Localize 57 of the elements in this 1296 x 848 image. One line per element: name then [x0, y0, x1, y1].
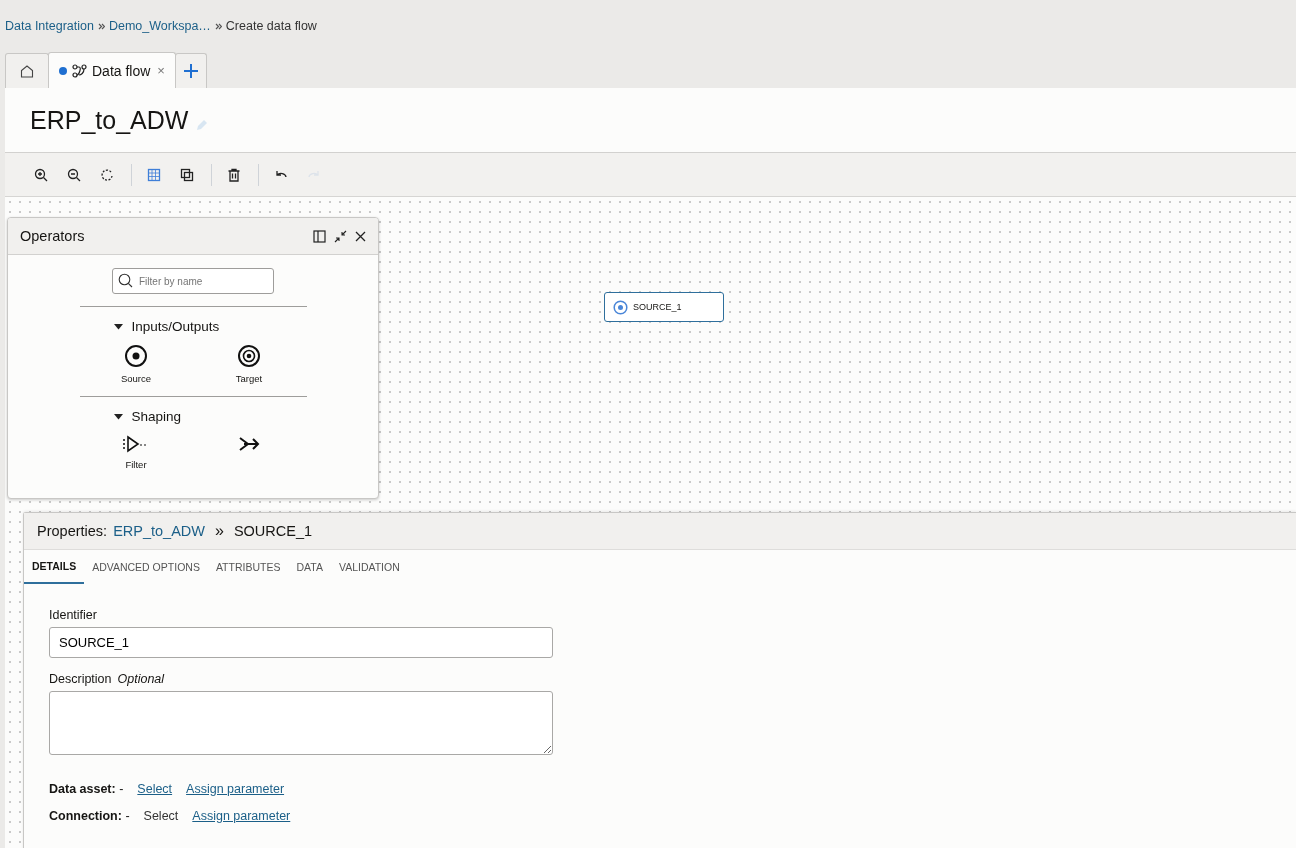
field-label: Connection: -: [49, 808, 130, 823]
dataflow-title: ERP_to_ADW: [30, 105, 189, 135]
operator-item[interactable]: Target: [192, 344, 306, 384]
grid-icon[interactable]: [147, 167, 161, 182]
properties-tab[interactable]: ATTRIBUTES: [207, 550, 289, 584]
collapse-icon[interactable]: [334, 229, 347, 243]
zoom-out-icon[interactable]: [67, 167, 81, 182]
dataflow-link[interactable]: ERP_to_ADW: [113, 523, 205, 539]
breadcrumb-separator-icon: [214, 22, 222, 30]
field-label: Data asset: -: [49, 781, 124, 796]
plus-icon: [182, 63, 199, 79]
properties-tab[interactable]: VALIDATION: [330, 550, 408, 584]
delete-icon[interactable]: [227, 167, 241, 182]
breadcrumb-current: Create data flow: [225, 19, 317, 33]
dataflow-icon: [72, 63, 87, 78]
caret-icon: [113, 413, 123, 420]
properties-prefix: Properties:: [37, 523, 108, 539]
description-field[interactable]: [49, 691, 553, 755]
source-icon: [124, 344, 148, 368]
properties-tab[interactable]: DATA: [288, 550, 331, 584]
field-label: Identifier: [49, 608, 97, 622]
breadcrumb-link[interactable]: Data Integration: [5, 19, 94, 33]
page-tab[interactable]: Data flow ×: [48, 52, 176, 88]
search-field[interactable]: Filter by name: [112, 268, 274, 294]
identifier-field[interactable]: SOURCE_1: [49, 627, 553, 658]
page-tab[interactable]: [5, 53, 49, 88]
action-link[interactable]: Assign parameter: [186, 781, 285, 796]
close-icon[interactable]: ×: [157, 63, 165, 78]
dock-icon[interactable]: [313, 229, 326, 243]
target-icon: [237, 344, 261, 368]
search-icon: [118, 273, 133, 288]
zoom-in-icon[interactable]: [34, 167, 48, 182]
group-header[interactable]: Shaping: [79, 397, 307, 424]
breadcrumb-separator: »: [215, 522, 224, 540]
action-text: Select: [143, 808, 179, 823]
canvas-node[interactable]: SOURCE_1: [604, 292, 724, 322]
operator-item[interactable]: Source: [79, 344, 193, 384]
action-link[interactable]: Select: [137, 781, 173, 796]
merge-arrow-icon: [238, 434, 260, 454]
group-header[interactable]: Inputs/Outputs: [79, 307, 307, 334]
close-icon[interactable]: [355, 230, 366, 242]
home-icon: [20, 64, 34, 78]
node-name: SOURCE_1: [233, 523, 313, 539]
source-icon: [613, 299, 628, 315]
field-label: Description: [49, 672, 112, 686]
properties-tab[interactable]: DETAILS: [24, 550, 85, 584]
optional-hint: Optional: [117, 672, 165, 686]
breadcrumb-separator-icon: [97, 22, 105, 30]
add-tab-button[interactable]: [174, 53, 207, 88]
caret-icon: [113, 323, 123, 330]
panel-title: Operators: [20, 228, 86, 244]
reset-icon[interactable]: [100, 167, 114, 182]
operator-item[interactable]: Filter: [79, 434, 193, 470]
breadcrumb-link[interactable]: Demo_Workspa…: [108, 19, 211, 33]
properties-tab[interactable]: ADVANCED OPTIONS: [84, 550, 208, 584]
copy-icon[interactable]: [180, 167, 194, 182]
action-link[interactable]: Assign parameter: [192, 808, 291, 823]
